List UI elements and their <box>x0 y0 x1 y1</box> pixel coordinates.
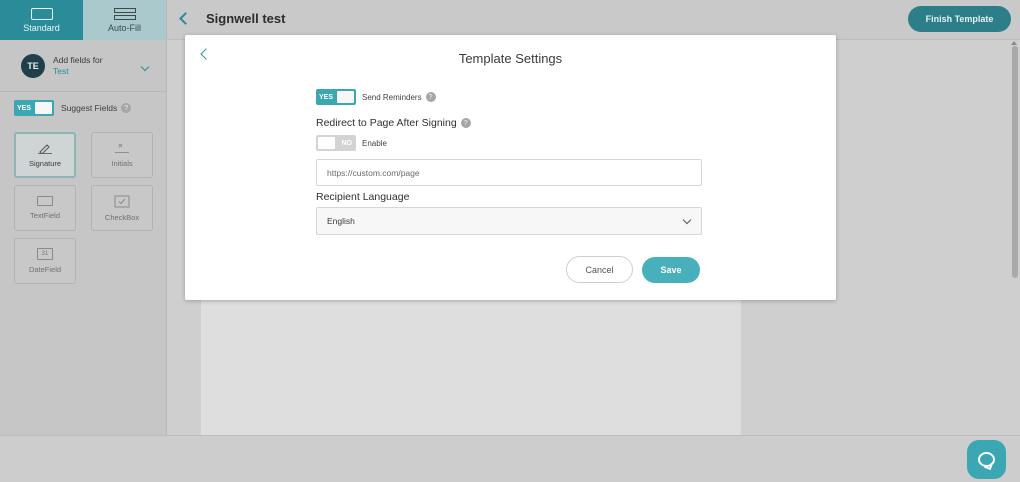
field-checkbox[interactable]: CheckBox <box>91 185 153 231</box>
autofill-icon <box>113 7 136 20</box>
tab-standard-label: Standard <box>23 22 60 33</box>
top-header: Signwell test Finish Template <box>167 0 1020 40</box>
redirect-enable-toggle[interactable]: NO <box>316 135 356 151</box>
field-textfield[interactable]: TextField <box>14 185 76 231</box>
recipient-label: Add fields for <box>53 55 103 65</box>
send-reminders-toggle[interactable]: YES <box>316 89 356 105</box>
modal-title: Template Settings <box>458 51 563 66</box>
tab-standard[interactable]: Standard <box>0 0 83 40</box>
field-signature[interactable]: Signature <box>14 132 76 178</box>
tab-autofill-label: Auto-Fill <box>107 22 141 33</box>
textfield-icon <box>37 196 53 206</box>
scroll-up-icon[interactable] <box>1011 41 1017 45</box>
footer-bar <box>0 435 1020 482</box>
datefield-icon: 31 <box>37 248 53 260</box>
field-datefield-label: DateField <box>28 265 62 274</box>
suggest-fields-toggle[interactable]: YES <box>14 100 54 116</box>
page-title: Signwell test <box>206 11 286 26</box>
redirect-heading-text: Redirect to Page After Signing <box>316 117 457 129</box>
tab-autofill[interactable]: Auto-Fill <box>83 0 166 40</box>
redirect-enable-label: Enable <box>362 138 387 148</box>
template-settings-modal: Template Settings YES Send Reminders ? R… <box>185 35 836 300</box>
recipient-selector[interactable]: TE Add fields for Test <box>0 40 166 92</box>
cancel-button[interactable]: Cancel <box>566 256 633 283</box>
recipient-name: Test <box>53 66 69 76</box>
support-chat-button[interactable] <box>967 440 1006 479</box>
standard-icon <box>30 7 53 20</box>
sidebar: Standard Auto-Fill TE Add fields for Tes… <box>0 0 167 435</box>
back-arrow-icon[interactable] <box>179 12 192 25</box>
chevron-down-icon <box>682 215 692 225</box>
field-initials[interactable]: Initials <box>91 132 153 178</box>
toggle-knob <box>337 91 354 103</box>
redirect-heading: Redirect to Page After Signing ? <box>316 117 471 129</box>
recipient-text: Add fields for Test <box>53 55 142 76</box>
avatar: TE <box>21 53 45 78</box>
recipient-language-select[interactable]: English <box>316 207 702 235</box>
toggle-knob <box>35 102 52 114</box>
save-button[interactable]: Save <box>642 257 700 283</box>
initials-icon <box>115 143 129 153</box>
field-checkbox-label: CheckBox <box>104 212 140 222</box>
suggest-fields-label: Suggest Fields <box>61 103 118 113</box>
field-signature-label: Signature <box>28 159 62 168</box>
mode-tabs: Standard Auto-Fill <box>0 0 166 40</box>
finish-template-button[interactable]: Finish Template <box>908 6 1011 32</box>
field-datefield[interactable]: 31 DateField <box>14 238 76 284</box>
send-reminders-row: YES Send Reminders ? <box>316 89 436 105</box>
suggest-toggle-label: YES <box>17 104 32 112</box>
field-initials-label: Initials <box>111 159 133 168</box>
recipient-language-heading: Recipient Language <box>316 191 410 203</box>
redirect-toggle-label: NO <box>341 139 353 147</box>
redirect-enable-row: NO Enable <box>316 135 387 151</box>
suggest-fields-row: YES Suggest Fields ? <box>0 92 166 124</box>
checkbox-icon <box>114 195 130 207</box>
language-selected-value: English <box>327 216 355 226</box>
help-icon[interactable]: ? <box>460 118 471 128</box>
redirect-url-input[interactable] <box>316 159 702 186</box>
help-icon[interactable]: ? <box>425 92 436 102</box>
chevron-down-icon[interactable] <box>140 62 150 71</box>
document-page <box>201 295 741 435</box>
scrollbar-thumb[interactable] <box>1012 46 1018 278</box>
field-textfield-label: TextField <box>29 211 60 220</box>
chat-icon <box>978 452 995 467</box>
help-icon[interactable]: ? <box>121 103 132 113</box>
reminders-toggle-label: YES <box>319 93 334 101</box>
toggle-knob <box>318 137 335 149</box>
send-reminders-label: Send Reminders <box>362 92 422 102</box>
signature-icon <box>38 144 52 154</box>
